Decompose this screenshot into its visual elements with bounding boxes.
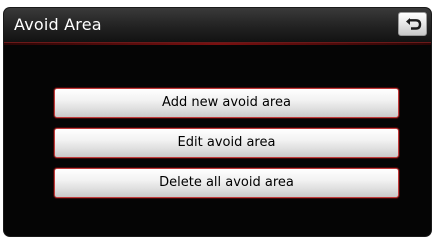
back-button[interactable]	[398, 12, 427, 36]
edit-avoid-area-button[interactable]: Edit avoid area	[54, 128, 399, 158]
title-bar: Avoid Area	[4, 8, 431, 45]
avoid-area-screen: Avoid Area Add new avoid area Edit avoid…	[4, 8, 431, 236]
delete-all-avoid-area-button[interactable]: Delete all avoid area	[54, 168, 399, 198]
back-arrow-icon	[406, 18, 422, 30]
add-new-avoid-area-button[interactable]: Add new avoid area	[54, 88, 399, 118]
page-title: Avoid Area	[14, 15, 102, 34]
